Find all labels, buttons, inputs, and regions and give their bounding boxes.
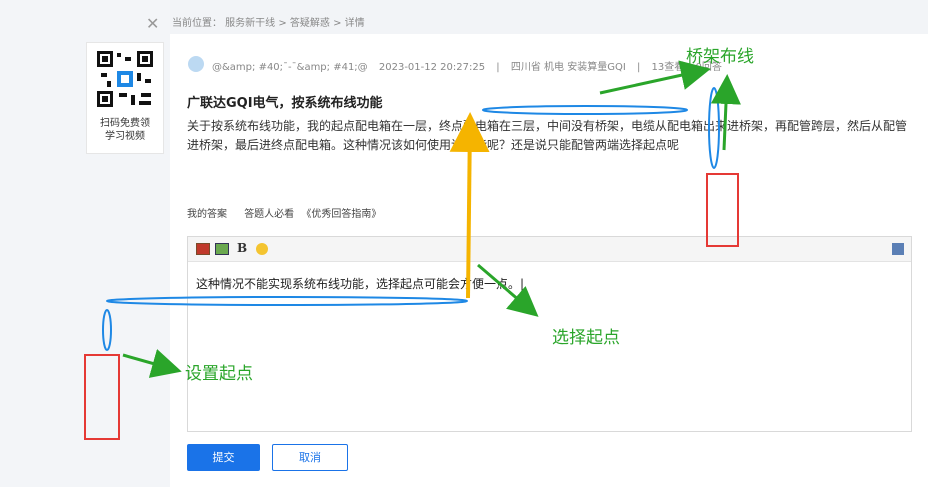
annotation-set-start: 设置起点: [185, 364, 253, 384]
highlight-ellipse-left: [102, 309, 112, 351]
annotation-overlay: [102, 60, 741, 378]
arrow-set-start: [122, 349, 182, 378]
arrow-tray-2: [710, 74, 741, 151]
arrow-tray-1: [599, 60, 711, 95]
highlight-box-right: [706, 173, 739, 247]
arrow-select-start: [477, 263, 539, 317]
highlight-ellipse-tray: [708, 87, 720, 169]
annotation-select-start: 选择起点: [552, 328, 620, 348]
highlight-box-left: [84, 354, 120, 440]
highlight-ellipse-editor: [106, 296, 468, 306]
highlight-ellipse-top: [482, 105, 688, 115]
arrow-yellow: [449, 112, 490, 299]
annotation-tray: 桥架布线: [686, 47, 754, 67]
